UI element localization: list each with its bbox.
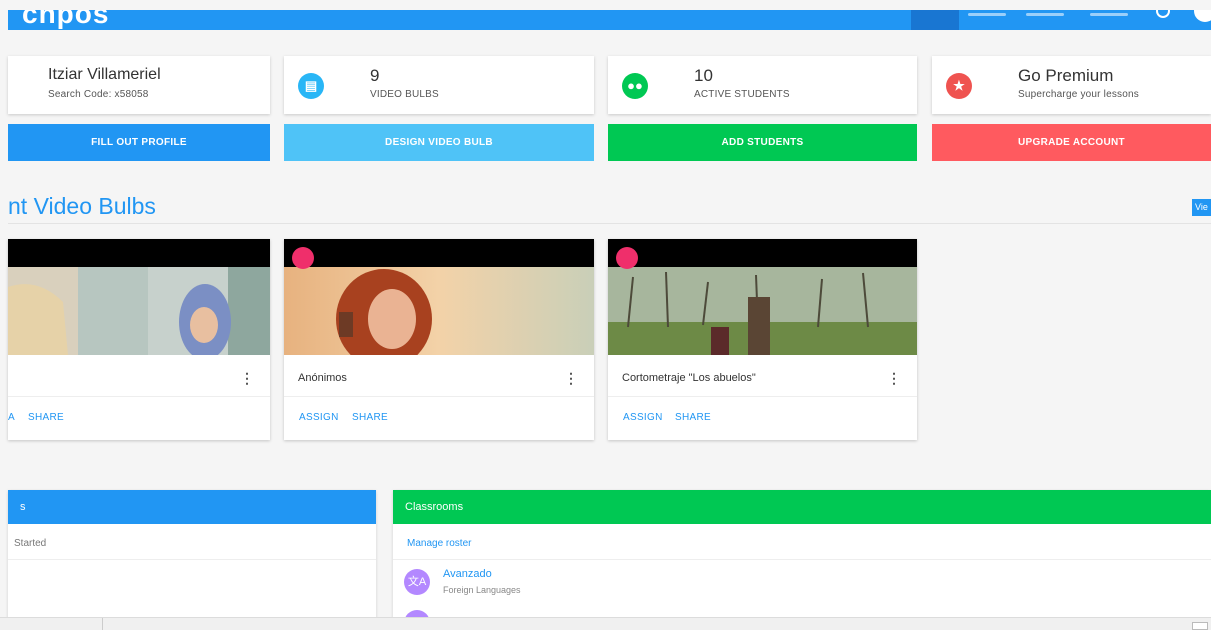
profile-name: Itziar Villameriel [48, 66, 161, 83]
star-icon: ★ [946, 73, 972, 99]
assign-link[interactable]: ASSIGN [623, 412, 663, 423]
nav-item[interactable] [1026, 10, 1076, 30]
active-students-card: ●● 10 ACTIVE STUDENTS [608, 56, 917, 114]
video-bulb-card: Cortometraje "Los abuelos" ⋮ [608, 239, 917, 440]
share-link[interactable]: SHARE [352, 412, 388, 423]
class-name[interactable]: Avanzado [443, 568, 492, 580]
active-students-count: 10 [694, 66, 713, 85]
avatar[interactable] [1194, 10, 1211, 22]
nav-item[interactable] [968, 10, 1018, 30]
assign-link[interactable]: A [8, 412, 15, 423]
search-icon[interactable] [1156, 10, 1170, 18]
video-bulb-title: Anónimos [298, 372, 347, 384]
add-students-button[interactable]: ADD STUDENTS [608, 124, 917, 161]
view-all-button[interactable]: Vie [1192, 199, 1211, 216]
fill-out-profile-button[interactable]: FILL OUT PROFILE [8, 124, 270, 161]
share-link[interactable]: SHARE [675, 412, 711, 423]
profile-card: Itziar Villameriel Search Code: x58058 [8, 56, 270, 114]
section-divider [8, 223, 1211, 224]
window-control[interactable] [1192, 622, 1208, 630]
video-bulbs-count: 9 [370, 66, 380, 85]
section-title: nt Video Bulbs [8, 193, 156, 219]
video-thumbnail[interactable] [284, 239, 594, 355]
classrooms-header: Classrooms [393, 490, 1211, 524]
top-navbar: chpos [8, 10, 1211, 30]
video-thumbnail[interactable] [8, 239, 270, 355]
more-vert-icon[interactable]: ⋮ [564, 370, 578, 387]
video-bulbs-card: ▤ 9 VIDEO BULBS [284, 56, 594, 114]
getting-started-panel: s Started [8, 490, 376, 630]
panel-header: s [8, 490, 376, 524]
nav-item-active[interactable] [911, 10, 959, 30]
translate-icon: 文A [404, 569, 430, 595]
share-link[interactable]: SHARE [28, 412, 64, 423]
status-bar [0, 617, 1211, 630]
premium-card: ★ Go Premium Supercharge your lessons [932, 56, 1211, 114]
bulb-wifi-icon [292, 247, 314, 269]
more-vert-icon[interactable]: ⋮ [240, 370, 254, 387]
design-video-bulb-button[interactable]: DESIGN VIDEO BULB [284, 124, 594, 161]
getting-started-row[interactable]: Started [8, 538, 376, 549]
video-bulbs-label: VIDEO BULBS [370, 89, 439, 100]
premium-subtitle: Supercharge your lessons [1018, 89, 1139, 100]
video-bulb-title: Cortometraje "Los abuelos" [622, 372, 756, 384]
more-vert-icon[interactable]: ⋮ [887, 370, 901, 387]
active-students-label: ACTIVE STUDENTS [694, 89, 790, 100]
upgrade-account-button[interactable]: UPGRADE ACCOUNT [932, 124, 1211, 161]
document-icon: ▤ [298, 73, 324, 99]
classrooms-panel: Classrooms Manage roster 文A Avanzado For… [393, 490, 1211, 630]
assign-link[interactable]: ASSIGN [299, 412, 339, 423]
video-bulb-card: Anónimos ⋮ [284, 239, 594, 440]
premium-title: Go Premium [1018, 66, 1114, 85]
video-bulb-card: ⋮ [8, 239, 270, 440]
class-subject: Foreign Languages [443, 585, 521, 595]
group-icon: ●● [622, 73, 648, 99]
manage-roster-link[interactable]: Manage roster [393, 538, 1211, 549]
bulb-wifi-icon [616, 247, 638, 269]
nav-item[interactable] [1090, 10, 1140, 30]
logo[interactable]: chpos [22, 10, 109, 30]
search-code: Search Code: x58058 [48, 89, 149, 100]
video-thumbnail[interactable] [608, 239, 917, 355]
